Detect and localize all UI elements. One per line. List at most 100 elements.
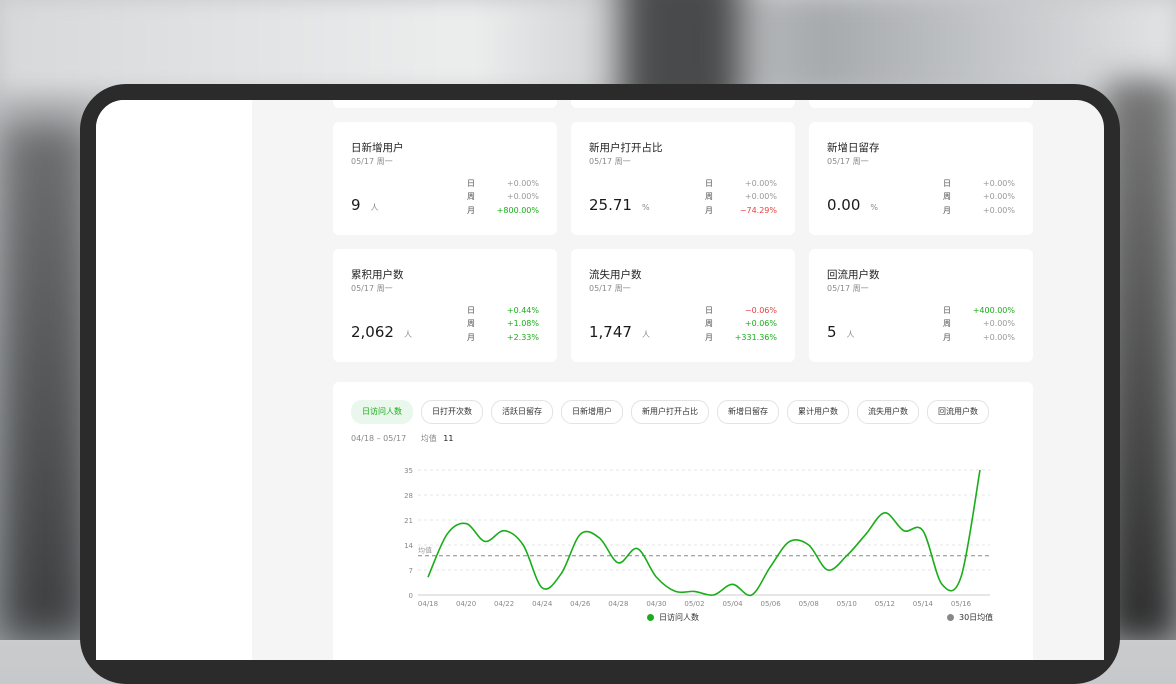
comparison-row: 周 +0.00% xyxy=(467,190,539,203)
comparison-period: 月 xyxy=(705,331,713,344)
comparison-period: 月 xyxy=(943,204,951,217)
comparison-row: 月 −74.29% xyxy=(705,204,777,217)
y-tick-label: 35 xyxy=(404,467,413,475)
metric-unit: 人 xyxy=(371,203,379,212)
comparison-period: 日 xyxy=(467,304,475,317)
comparison-row: 周 +0.06% xyxy=(705,317,777,330)
metric-value: 9 xyxy=(351,196,361,214)
metric-card[interactable]: 累积用户数 05/17 周一 2,062人 日 +0.44% 周 +1.08% … xyxy=(333,249,557,362)
metric-card[interactable]: 日新增用户 05/17 周一 9人 日 +0.00% 周 +0.00% 月 +8… xyxy=(333,122,557,235)
comparison-block: 日 +0.00% 周 +0.00% 月 +800.00% xyxy=(467,177,539,217)
x-tick-label: 05/12 xyxy=(875,600,895,608)
metric-value: 2,062 xyxy=(351,323,394,341)
metric-value-wrap: 9人 xyxy=(351,196,379,214)
metric-card[interactable]: 新用户打开占比 05/17 周一 25.71% 日 +0.00% 周 +0.00… xyxy=(571,122,795,235)
x-tick-label: 04/20 xyxy=(456,600,476,608)
x-tick-label: 04/18 xyxy=(418,600,438,608)
comparison-period: 周 xyxy=(943,190,951,203)
legend-item-average[interactable]: 30日均值 xyxy=(947,612,993,623)
comparison-period: 周 xyxy=(943,317,951,330)
comparison-period: 日 xyxy=(943,304,951,317)
legend-item-series[interactable]: 日访问人数 xyxy=(647,612,699,623)
metric-title: 流失用户数 xyxy=(589,267,642,282)
comparison-period: 周 xyxy=(467,190,475,203)
comparison-row: 月 +0.00% xyxy=(943,204,1015,217)
metric-unit: % xyxy=(870,203,878,212)
y-tick-label: 14 xyxy=(404,542,413,550)
metric-unit: 人 xyxy=(642,330,650,339)
comparison-period: 月 xyxy=(467,331,475,344)
comparison-row: 日 −0.06% xyxy=(705,304,777,317)
comparison-row: 月 +331.36% xyxy=(705,331,777,344)
comparison-block: 日 −0.06% 周 +0.06% 月 +331.36% xyxy=(705,304,777,344)
metric-date: 05/17 周一 xyxy=(827,156,869,167)
metric-date: 05/17 周一 xyxy=(351,156,393,167)
comparison-block: 日 +0.44% 周 +1.08% 月 +2.33% xyxy=(467,304,539,344)
x-tick-label: 05/14 xyxy=(913,600,934,608)
metric-value: 0.00 xyxy=(827,196,860,214)
comparison-row: 日 +0.44% xyxy=(467,304,539,317)
x-tick-label: 04/26 xyxy=(570,600,591,608)
metric-value-wrap: 0.00% xyxy=(827,196,878,214)
y-tick-label: 28 xyxy=(404,492,413,500)
comparison-value: +0.00% xyxy=(983,204,1015,217)
comparison-row: 周 +0.00% xyxy=(705,190,777,203)
comparison-value: +0.00% xyxy=(507,190,539,203)
legend-series-dot xyxy=(647,614,654,621)
comparison-period: 周 xyxy=(467,317,475,330)
metric-value-wrap: 25.71% xyxy=(589,196,650,214)
metric-value-wrap: 1,747 人 xyxy=(589,323,650,341)
comparison-block: 日 +0.00% 周 +0.00% 月 −74.29% xyxy=(705,177,777,217)
comparison-value: +0.00% xyxy=(983,317,1015,330)
comparison-row: 月 +800.00% xyxy=(467,204,539,217)
series-line xyxy=(428,470,980,595)
metric-value-wrap: 2,062人 xyxy=(351,323,412,341)
metric-card[interactable]: 回流用户数 05/17 周一 5人 日 +400.00% 周 +0.00% 月 … xyxy=(809,249,1033,362)
comparison-value: +0.00% xyxy=(507,177,539,190)
metric-title: 新增日留存 xyxy=(827,140,880,155)
comparison-value: +0.06% xyxy=(745,317,777,330)
x-tick-label: 04/30 xyxy=(646,600,666,608)
trend-chart-card: 日访问人数日打开次数活跃日留存日新增用户新用户打开占比新增日留存累计用户数流失用… xyxy=(333,382,1033,660)
comparison-period: 日 xyxy=(467,177,475,190)
metric-unit: % xyxy=(642,203,650,212)
comparison-value: +400.00% xyxy=(973,304,1015,317)
x-tick-label: 05/02 xyxy=(684,600,704,608)
metric-card[interactable]: 流失用户数 05/17 周一 1,747 人 日 −0.06% 周 +0.06% … xyxy=(571,249,795,362)
card-stub xyxy=(333,100,557,108)
legend-average-dot xyxy=(947,614,954,621)
x-tick-label: 04/28 xyxy=(608,600,628,608)
main-content: 日新增用户 05/17 周一 9人 日 +0.00% 周 +0.00% 月 +8… xyxy=(252,100,1104,660)
y-tick-label: 21 xyxy=(404,517,413,525)
comparison-value: +0.44% xyxy=(507,304,539,317)
comparison-row: 周 +1.08% xyxy=(467,317,539,330)
metric-title: 回流用户数 xyxy=(827,267,880,282)
comparison-period: 日 xyxy=(705,177,713,190)
comparison-value: +2.33% xyxy=(507,331,539,344)
average-line-label: 均值 xyxy=(418,546,432,555)
comparison-period: 月 xyxy=(467,204,475,217)
comparison-period: 月 xyxy=(705,204,713,217)
metric-unit: 人 xyxy=(847,330,855,339)
comparison-block: 日 +400.00% 周 +0.00% 月 +0.00% xyxy=(943,304,1015,344)
comparison-value: +1.08% xyxy=(507,317,539,330)
comparison-row: 月 +2.33% xyxy=(467,331,539,344)
metric-date: 05/17 周一 xyxy=(589,156,631,167)
y-tick-label: 7 xyxy=(409,567,413,575)
comparison-period: 月 xyxy=(943,331,951,344)
metric-title: 日新增用户 xyxy=(351,140,404,155)
metric-card[interactable]: 新增日留存 05/17 周一 0.00% 日 +0.00% 周 +0.00% 月… xyxy=(809,122,1033,235)
metric-title: 累积用户数 xyxy=(351,267,404,282)
x-tick-label: 05/04 xyxy=(722,600,743,608)
metric-value: 5 xyxy=(827,323,837,341)
legend-series-label: 日访问人数 xyxy=(659,612,699,623)
x-tick-label: 05/10 xyxy=(837,600,857,608)
card-stub xyxy=(571,100,795,108)
comparison-value: −0.06% xyxy=(745,304,777,317)
x-tick-label: 05/16 xyxy=(951,600,972,608)
metric-value: 25.71 xyxy=(589,196,632,214)
comparison-value: −74.29% xyxy=(740,204,777,217)
comparison-row: 周 +0.00% xyxy=(943,317,1015,330)
metric-value: 1,747 xyxy=(589,323,632,341)
metric-date: 05/17 周一 xyxy=(589,283,631,294)
